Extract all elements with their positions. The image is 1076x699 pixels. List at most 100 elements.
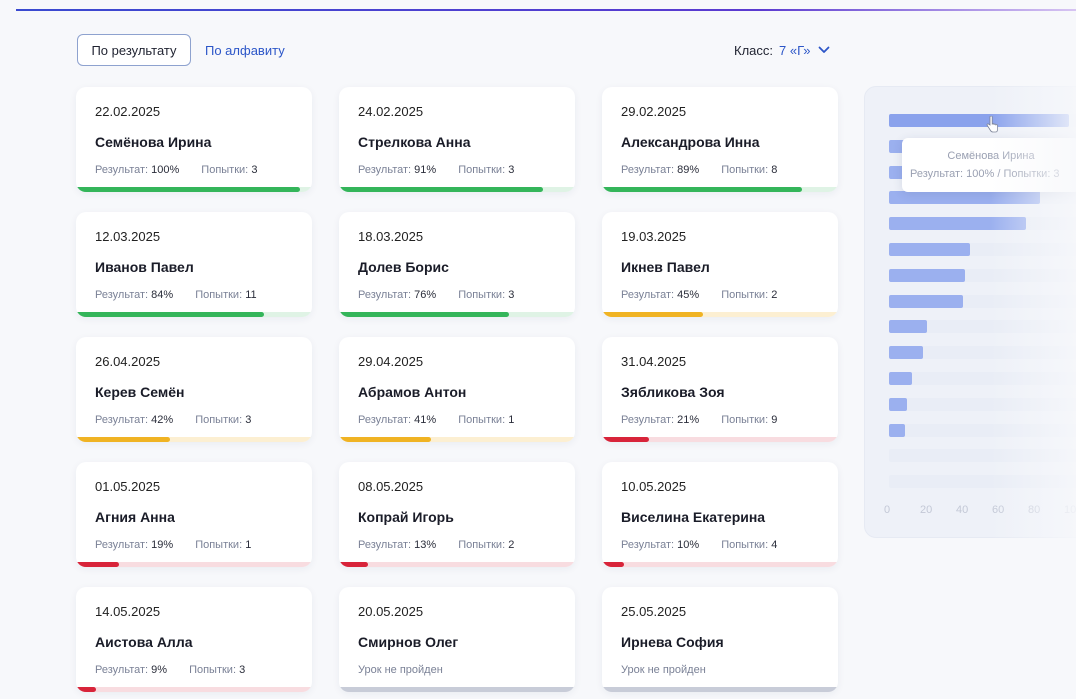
student-card[interactable]: 01.05.2025 Агния Анна Результат: 19% Попытк… xyxy=(76,462,312,567)
result-label: Результат: xyxy=(95,664,149,676)
attempts-value: 3 xyxy=(251,164,258,176)
attempts-value: 11 xyxy=(245,289,257,301)
card-date: 18.03.2025 xyxy=(358,229,424,244)
result-value: 76% xyxy=(414,289,437,301)
student-name: Абрамов Антон xyxy=(358,384,467,400)
card-stats: Урок не пройден xyxy=(621,664,706,676)
progress-track xyxy=(76,312,312,317)
card-stats: Результат: 76% Попытки: 3 xyxy=(358,289,514,301)
x-tick-label: 20 xyxy=(920,504,933,516)
lesson-status-note: Урок не пройден xyxy=(358,664,443,676)
student-card[interactable]: 31.04.2025 Зябликова Зоя Результат: 21% Поп… xyxy=(602,337,838,442)
attempts-value: 3 xyxy=(245,414,252,426)
progress-fill xyxy=(602,187,802,192)
card-date: 19.03.2025 xyxy=(621,229,687,244)
chart-bar[interactable] xyxy=(889,423,906,437)
card-date: 10.05.2025 xyxy=(621,479,687,494)
card-stats: Результат: 91% Попытки: 3 xyxy=(358,164,514,176)
card-date: 01.05.2025 xyxy=(95,479,161,494)
chart-bar[interactable] xyxy=(889,346,924,360)
progress-track xyxy=(339,562,575,567)
card-date: 24.02.2025 xyxy=(358,104,424,119)
student-card[interactable]: 26.04.2025 Керев Семён Результат: 42% Попыт… xyxy=(76,337,312,442)
attempts-label: Попытки: xyxy=(721,289,769,301)
lesson-status-note: Урок не пройден xyxy=(621,664,706,676)
progress-fill xyxy=(339,437,431,442)
class-select-value: 7 «Г» xyxy=(779,42,811,58)
result-label: Результат: xyxy=(358,539,412,551)
chart-bar[interactable] xyxy=(889,372,913,385)
student-name: Агния Анна xyxy=(95,509,175,525)
result-value: 9% xyxy=(151,664,168,676)
student-card[interactable]: 14.05.2025 Аистова Алла Результат: 9% Попыт… xyxy=(76,587,312,692)
chart-bar[interactable] xyxy=(889,320,927,334)
attempts-value: 8 xyxy=(771,164,778,176)
sort-by-result-tab[interactable]: По результату xyxy=(77,34,191,66)
chart-fade-overlay xyxy=(990,86,1076,546)
attempts-value: 2 xyxy=(771,289,778,301)
result-label: Результат: xyxy=(621,414,675,426)
attempts-label: Попытки: xyxy=(721,414,769,426)
card-stats: Результат: 10% Попытки: 4 xyxy=(621,539,777,551)
student-card[interactable]: 24.02.2025 Стрелкова Анна Результат: 91% По… xyxy=(339,87,575,192)
progress-track xyxy=(339,312,575,317)
card-stats: Результат: 45% Попытки: 2 xyxy=(621,289,777,301)
result-label: Результат: xyxy=(358,164,412,176)
card-date: 12.03.2025 xyxy=(95,229,161,244)
result-label: Результат: xyxy=(95,539,149,551)
student-card[interactable]: 10.05.2025 Виселина Екатерина Результат: 1… xyxy=(602,462,838,567)
student-card[interactable]: 29.04.2025 Абрамов Антон Результат: 41% Поп… xyxy=(339,337,575,442)
progress-fill xyxy=(76,562,119,567)
result-value: 19% xyxy=(151,539,174,551)
student-card[interactable]: 08.05.2025 Копрай Игорь Результат: 13% Попы… xyxy=(339,462,575,567)
attempts-label: Попытки: xyxy=(195,289,243,301)
chart-bar[interactable] xyxy=(889,294,963,308)
student-card[interactable]: 19.03.2025 Икнев Павел Результат: 45% Попыт… xyxy=(602,212,838,317)
progress-fill xyxy=(76,187,301,192)
progress-track xyxy=(602,312,838,317)
progress-track xyxy=(339,687,575,692)
attempts-value: 3 xyxy=(508,164,515,176)
card-stats: Результат: 84% Попытки: 11 xyxy=(95,289,257,301)
sort-by-alphabet-tab[interactable]: По алфавиту xyxy=(205,34,285,66)
student-card[interactable]: 18.03.2025 Долев Борис Результат: 76% Попыт… xyxy=(339,212,575,317)
student-card[interactable]: 25.05.2025 Ирнева София Урок не пройден xyxy=(602,587,838,692)
student-card[interactable]: 22.02.2025 Семёнова Ирина Результат: 100% П… xyxy=(76,87,312,192)
attempts-value: 2 xyxy=(508,539,515,551)
student-name: Александрова Инна xyxy=(621,134,760,150)
card-date: 26.04.2025 xyxy=(95,354,161,369)
student-name: Иванов Павел xyxy=(95,259,194,275)
card-date: 29.04.2025 xyxy=(358,354,424,369)
result-value: 41% xyxy=(414,414,437,426)
student-name: Зябликова Зоя xyxy=(621,384,725,400)
student-name: Смирнов Олег xyxy=(358,634,459,650)
attempts-label: Попытки: xyxy=(458,414,506,426)
card-date: 08.05.2025 xyxy=(358,479,424,494)
attempts-label: Попытки: xyxy=(458,164,506,176)
result-value: 84% xyxy=(151,289,174,301)
card-date: 20.05.2025 xyxy=(358,604,424,619)
card-stats: Результат: 13% Попытки: 2 xyxy=(358,539,514,551)
result-label: Результат: xyxy=(358,289,412,301)
student-card[interactable]: 20.05.2025 Смирнов Олег Урок не пройден xyxy=(339,587,575,692)
result-value: 45% xyxy=(677,289,700,301)
chart-bar[interactable] xyxy=(889,268,965,282)
attempts-label: Попытки: xyxy=(458,539,506,551)
student-card[interactable]: 29.02.2025 Александрова Инна Результат: 89… xyxy=(602,87,838,192)
result-label: Результат: xyxy=(621,539,675,551)
card-date: 31.04.2025 xyxy=(621,354,687,369)
result-label: Результат: xyxy=(95,289,149,301)
chart-bar[interactable] xyxy=(889,397,907,411)
attempts-value: 3 xyxy=(239,664,246,676)
attempts-label: Попытки: xyxy=(721,539,769,551)
attempts-value: 1 xyxy=(508,414,515,426)
chart-bar[interactable] xyxy=(889,243,970,256)
student-card[interactable]: 12.03.2025 Иванов Павел Результат: 84% Попы… xyxy=(76,212,312,317)
student-name: Виселина Екатерина xyxy=(621,509,766,525)
attempts-label: Попытки: xyxy=(195,539,243,551)
result-label: Результат: xyxy=(95,414,149,426)
class-select[interactable]: Класс: 7 «Г» xyxy=(734,40,830,60)
attempts-label: Попытки: xyxy=(721,164,769,176)
chevron-down-icon xyxy=(819,46,830,53)
attempts-label: Попытки: xyxy=(458,289,506,301)
